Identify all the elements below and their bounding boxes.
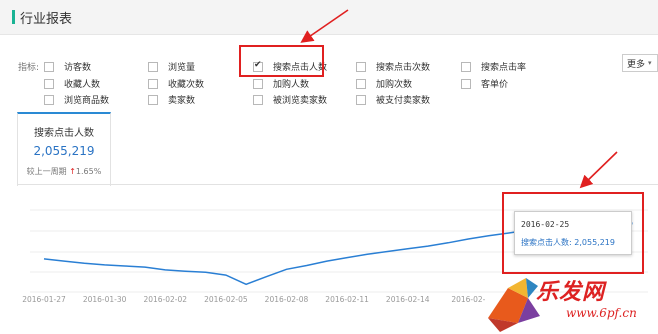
annotation-arrow-top xyxy=(300,9,349,43)
annotation-arrow-right xyxy=(579,151,618,189)
watermark-url: www.6pf.cn xyxy=(566,306,637,320)
watermark-brand: 乐发网 xyxy=(536,279,606,305)
